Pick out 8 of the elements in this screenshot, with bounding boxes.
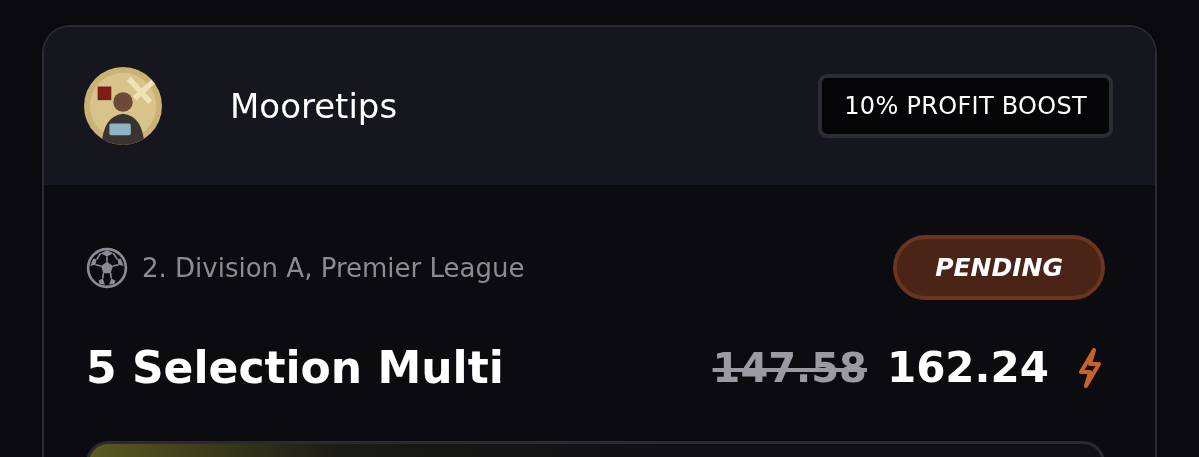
- original-odds: 147.58: [712, 344, 867, 391]
- bet-title: 5 Selection Multi: [86, 342, 504, 393]
- boosted-odds: 162.24: [886, 343, 1049, 392]
- status-badge: PENDING: [893, 235, 1105, 300]
- league-name: 2. Division A, Premier League: [142, 252, 525, 283]
- soccer-ball-icon: [86, 246, 128, 289]
- tipster-name: Mooretips: [230, 86, 399, 126]
- boost-badge: 10% PROFIT BOOST: [818, 74, 1113, 138]
